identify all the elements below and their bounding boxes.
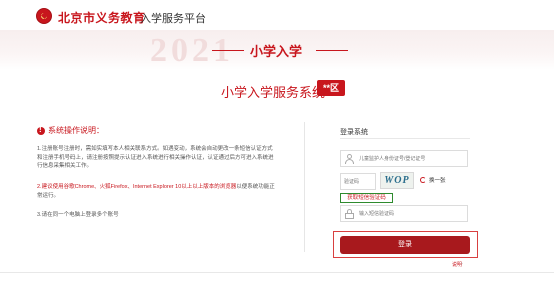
district-badge: **区 bbox=[317, 80, 345, 96]
banner-line-right bbox=[316, 50, 348, 51]
sms-code-field[interactable] bbox=[340, 205, 468, 222]
captcha-field[interactable] bbox=[340, 173, 376, 190]
banner-title: 小学入学 bbox=[250, 44, 303, 59]
captcha-input[interactable] bbox=[344, 174, 374, 189]
login-title-underline bbox=[340, 138, 470, 139]
column-divider bbox=[304, 122, 305, 252]
id-number-input[interactable] bbox=[359, 151, 464, 166]
chevron-right-icon: › bbox=[461, 261, 463, 267]
emblem-icon bbox=[36, 8, 52, 24]
header: 北京市义务教育 入学服务平台 bbox=[0, 0, 554, 30]
instruction-note-2-browsers: 2.建议使用谷歌Chrome、火狐Firefox、Internet Explor… bbox=[37, 184, 237, 190]
instructions-title: 系统操作说明： bbox=[48, 126, 104, 135]
banner: 2021 小学入学 bbox=[0, 30, 554, 70]
user-icon bbox=[345, 154, 354, 164]
site-title: 北京市义务教育 bbox=[58, 11, 146, 25]
refresh-icon[interactable] bbox=[420, 177, 426, 183]
id-number-field[interactable] bbox=[340, 150, 468, 167]
instruction-note-3: 3.请在同一个电脑上登录多个账号 bbox=[37, 212, 119, 218]
login-button[interactable]: 登录 bbox=[340, 236, 470, 254]
footer-divider bbox=[0, 272, 554, 273]
refresh-captcha-link[interactable]: 换一张 bbox=[429, 176, 446, 184]
instruction-note-1: 1.注册账号注册时，需如实填写本人相关联系方式。如遇变动，系统会自动更改一条短信… bbox=[37, 146, 274, 169]
banner-year-watermark: 2021 bbox=[150, 32, 234, 69]
alert-icon bbox=[37, 125, 45, 135]
captcha-image[interactable]: WOP bbox=[380, 172, 414, 189]
banner-line-left bbox=[212, 50, 244, 51]
sms-code-input[interactable] bbox=[359, 206, 464, 221]
get-sms-code-link[interactable]: 获取短信验证码 bbox=[340, 193, 393, 203]
system-title: 小学入学服务系统 bbox=[221, 85, 326, 100]
login-title: 登录系统 bbox=[340, 129, 368, 136]
site-subtitle: 入学服务平台 bbox=[140, 13, 206, 25]
lock-icon bbox=[345, 209, 354, 219]
instruction-note-2: 2.建议使用谷歌Chrome、火狐Firefox、Internet Explor… bbox=[37, 183, 277, 200]
